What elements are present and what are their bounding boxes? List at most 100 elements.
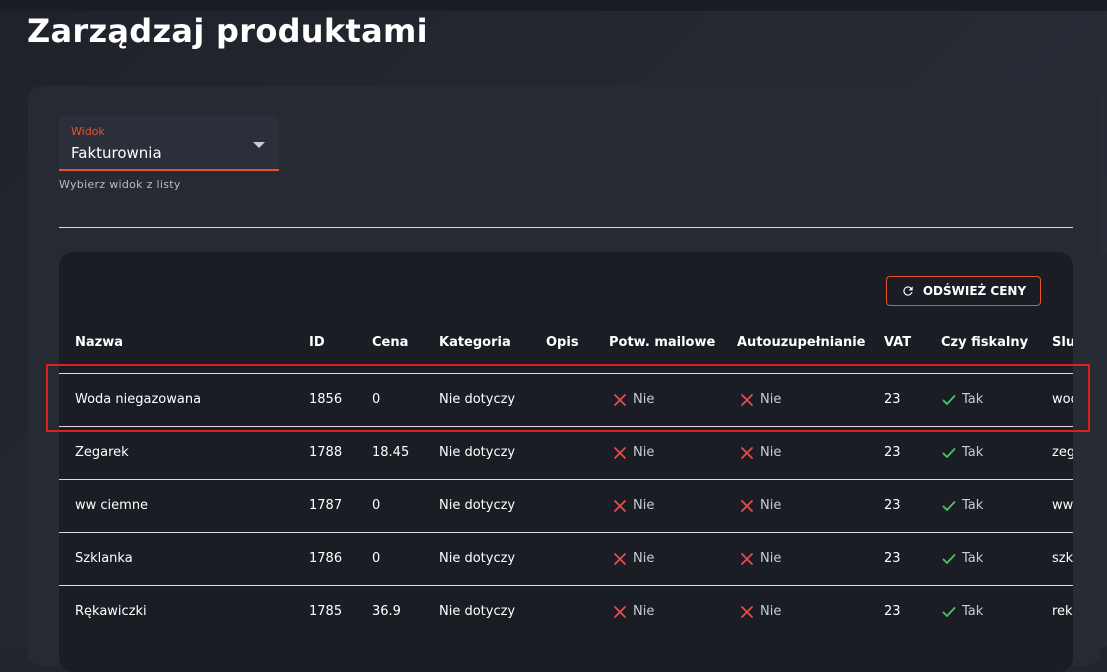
status-text: Tak xyxy=(962,392,984,407)
column-header-fiscal[interactable]: Czy fiskalny xyxy=(941,335,1028,350)
cell-name: Woda niegazowana xyxy=(75,392,202,407)
check-icon xyxy=(942,553,956,564)
table-row[interactable]: Woda niegazowana 1856 0 Nie dotyczy Nie … xyxy=(59,373,1079,426)
cell-slug: rek xyxy=(1052,604,1073,619)
refresh-prices-label: ODŚWIEŻ CENY xyxy=(922,284,1027,298)
cell-mail-confirmation: Nie xyxy=(613,445,654,460)
cell-vat: 23 xyxy=(884,445,901,460)
cell-autocomplete: Nie xyxy=(740,604,781,619)
refresh-prices-button[interactable]: ODŚWIEŻ CENY xyxy=(886,276,1041,306)
cell-category: Nie dotyczy xyxy=(439,498,516,513)
view-select[interactable]: Widok Fakturownia xyxy=(59,116,279,171)
cell-mail-confirmation: Nie xyxy=(613,392,654,407)
close-icon xyxy=(741,446,753,459)
view-select-value: Fakturownia xyxy=(71,144,162,162)
column-header-slug[interactable]: Slu xyxy=(1052,335,1075,350)
view-select-hint: Wybierz widok z listy xyxy=(59,178,181,191)
status-text: Tak xyxy=(962,604,984,619)
column-header-id[interactable]: ID xyxy=(309,335,325,350)
column-header-price[interactable]: Cena xyxy=(372,335,408,350)
cell-vat: 23 xyxy=(884,392,901,407)
status-text: Nie xyxy=(760,498,782,513)
cell-price: 0 xyxy=(372,498,381,513)
status-text: Nie xyxy=(633,604,655,619)
cell-fiscal: Tak xyxy=(942,445,983,460)
section-divider xyxy=(59,227,1073,228)
cell-slug: zeg xyxy=(1052,445,1076,460)
column-header-autocomplete[interactable]: Autouzupełnianie xyxy=(737,335,866,350)
cell-name: Zegarek xyxy=(75,445,129,460)
status-text: Nie xyxy=(760,551,782,566)
cell-autocomplete: Nie xyxy=(740,551,781,566)
cell-fiscal: Tak xyxy=(942,392,983,407)
status-text: Nie xyxy=(633,445,655,460)
table-row[interactable]: Zegarek 1788 18.45 Nie dotyczy Nie Nie 2… xyxy=(59,426,1076,479)
cell-id: 1788 xyxy=(309,445,343,460)
cell-category: Nie dotyczy xyxy=(439,604,516,619)
cell-fiscal: Tak xyxy=(942,604,983,619)
check-icon xyxy=(942,500,956,511)
cell-mail-confirmation: Nie xyxy=(613,498,654,513)
cell-id: 1787 xyxy=(309,498,343,513)
status-text: Tak xyxy=(962,551,984,566)
status-text: Nie xyxy=(760,392,782,407)
cell-slug: ww xyxy=(1052,498,1074,513)
cell-mail-confirmation: Nie xyxy=(613,604,654,619)
table-row[interactable]: Szklanka 1786 0 Nie dotyczy Nie Nie 23 T… xyxy=(59,532,1073,585)
column-header-description[interactable]: Opis xyxy=(546,335,579,350)
close-icon xyxy=(741,605,753,618)
status-text: Tak xyxy=(962,445,984,460)
status-text: Nie xyxy=(633,498,655,513)
column-header-vat[interactable]: VAT xyxy=(884,335,911,350)
cell-fiscal: Tak xyxy=(942,551,983,566)
cell-price: 36.9 xyxy=(372,604,401,619)
cell-price: 18.45 xyxy=(372,445,410,460)
cell-category: Nie dotyczy xyxy=(439,392,516,407)
top-bar xyxy=(0,0,1107,11)
table-clip-edge xyxy=(1073,252,1107,647)
table-row[interactable]: ww ciemne 1787 0 Nie dotyczy Nie Nie 23 … xyxy=(59,479,1073,532)
cell-id: 1856 xyxy=(309,392,343,407)
cell-autocomplete: Nie xyxy=(740,392,781,407)
close-icon xyxy=(614,446,626,459)
cell-vat: 23 xyxy=(884,551,901,566)
close-icon xyxy=(741,552,753,565)
cell-fiscal: Tak xyxy=(942,498,983,513)
cell-vat: 23 xyxy=(884,604,901,619)
cell-id: 1786 xyxy=(309,551,343,566)
cell-slug: szk xyxy=(1052,551,1074,566)
close-icon xyxy=(614,393,626,406)
table-row[interactable]: Rękawiczki 1785 36.9 Nie dotyczy Nie Nie… xyxy=(59,585,1073,638)
cell-price: 0 xyxy=(372,392,381,407)
cell-mail-confirmation: Nie xyxy=(613,551,654,566)
status-text: Nie xyxy=(633,392,655,407)
cell-autocomplete: Nie xyxy=(740,498,781,513)
status-text: Tak xyxy=(962,498,984,513)
cell-name: Szklanka xyxy=(75,551,133,566)
column-header-category[interactable]: Kategoria xyxy=(439,335,511,350)
close-icon xyxy=(614,605,626,618)
status-text: Nie xyxy=(760,604,782,619)
column-header-mail-confirmation[interactable]: Potw. mailowe xyxy=(609,335,715,350)
status-text: Nie xyxy=(760,445,782,460)
column-header-name[interactable]: Nazwa xyxy=(75,335,123,350)
page-title: Zarządzaj produktami xyxy=(27,12,428,50)
cell-category: Nie dotyczy xyxy=(439,551,516,566)
close-icon xyxy=(614,499,626,512)
cell-id: 1785 xyxy=(309,604,343,619)
refresh-icon xyxy=(903,286,913,296)
check-icon xyxy=(942,394,956,405)
cell-name: ww ciemne xyxy=(75,498,149,513)
close-icon xyxy=(741,499,753,512)
chevron-down-icon xyxy=(253,142,265,148)
cell-vat: 23 xyxy=(884,498,901,513)
close-icon xyxy=(741,393,753,406)
close-icon xyxy=(614,552,626,565)
status-text: Nie xyxy=(633,551,655,566)
check-icon xyxy=(942,606,956,617)
cell-price: 0 xyxy=(372,551,381,566)
view-select-label: Widok xyxy=(71,125,105,138)
cell-autocomplete: Nie xyxy=(740,445,781,460)
cell-name: Rękawiczki xyxy=(75,604,147,619)
cell-category: Nie dotyczy xyxy=(439,445,516,460)
